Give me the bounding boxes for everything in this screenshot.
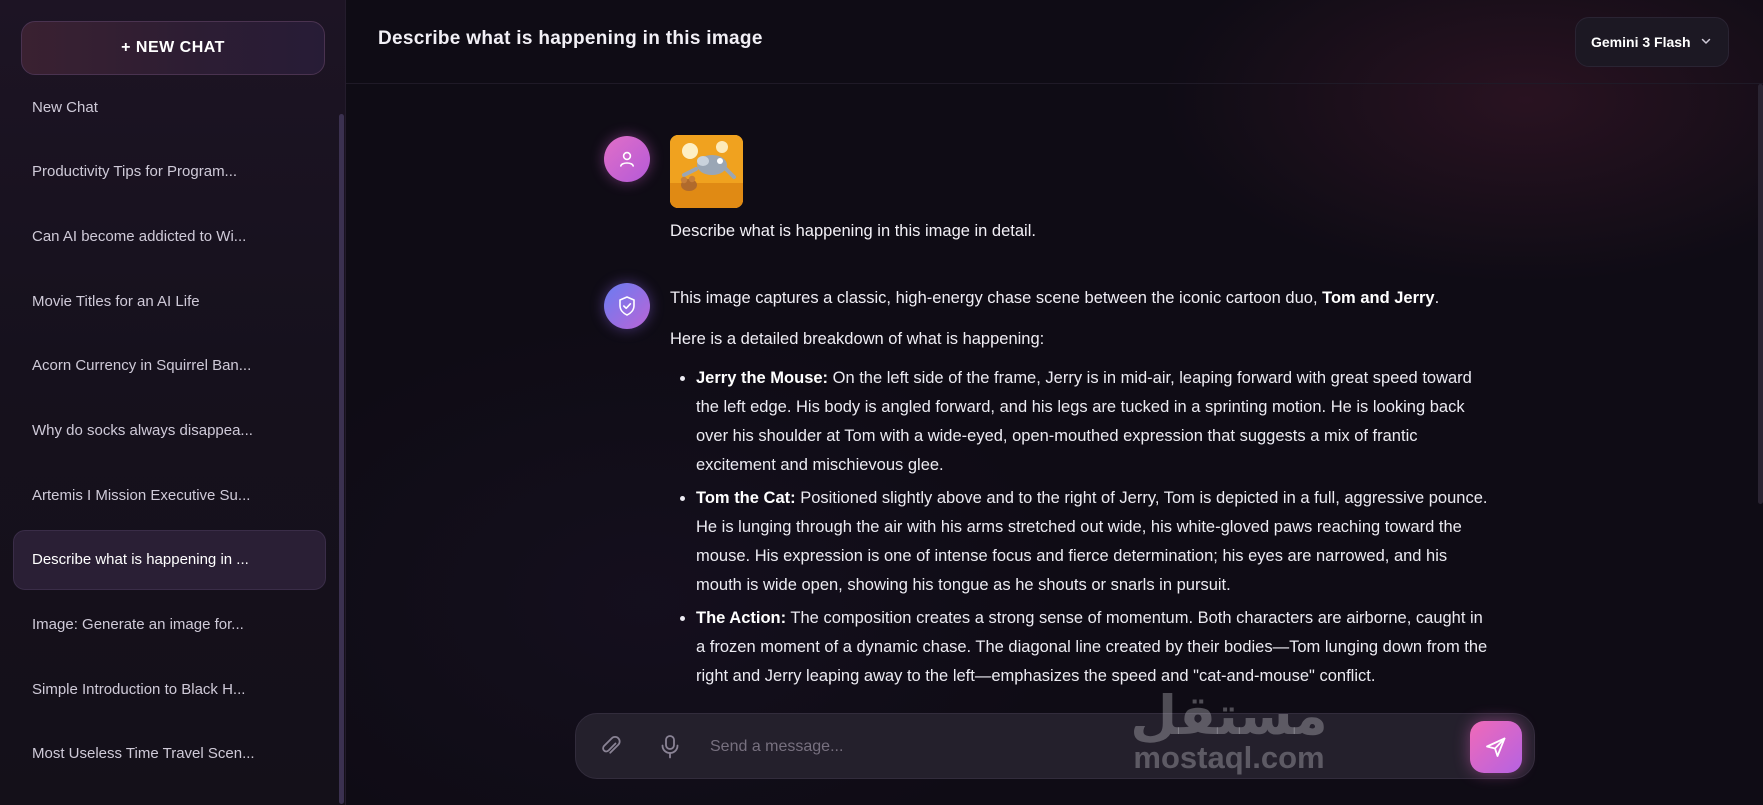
attached-image-thumbnail[interactable] <box>670 135 743 208</box>
chevron-down-icon <box>1701 38 1711 44</box>
history-item[interactable]: New Chat <box>13 77 326 137</box>
assistant-avatar <box>604 283 650 329</box>
user-message-text: Describe what is happening in this image… <box>670 222 1036 240</box>
history-item[interactable]: Productivity Tips for Program... <box>13 142 326 202</box>
history-item[interactable]: Movie Titles for an AI Life <box>13 271 326 331</box>
breakdown-list: Jerry the Mouse: On the left side of the… <box>670 364 1490 691</box>
chat-history-list: New Chat Productivity Tips for Program..… <box>13 77 326 789</box>
user-avatar <box>604 136 650 182</box>
list-item: The Action: The composition creates a st… <box>696 604 1490 691</box>
assistant-intro: This image captures a classic, high-ener… <box>670 289 1440 307</box>
history-item[interactable]: Acorn Currency in Squirrel Ban... <box>13 336 326 396</box>
sidebar-scrollbar[interactable] <box>339 114 344 804</box>
messages-scrollbar[interactable] <box>1758 84 1763 504</box>
paperclip-icon[interactable] <box>600 735 622 759</box>
chat-title: Describe what is happening in this image <box>378 28 763 49</box>
header-bar: Describe what is happening in this image… <box>346 0 1763 84</box>
shield-icon <box>619 296 635 316</box>
assistant-message: This image captures a classic, high-ener… <box>670 286 1490 714</box>
history-item[interactable]: Image: Generate an image for... <box>13 595 326 655</box>
history-item[interactable]: Simple Introduction to Black H... <box>13 659 326 719</box>
send-button[interactable] <box>1470 721 1522 773</box>
microphone-icon[interactable] <box>660 734 680 760</box>
history-item[interactable]: Artemis I Mission Executive Su... <box>13 465 326 525</box>
chat-main: Describe what is happening in this image… <box>346 0 1763 805</box>
send-icon <box>1486 737 1506 757</box>
model-name: Gemini 3 Flash <box>1591 34 1691 50</box>
sidebar: + NEW CHAT New Chat Productivity Tips fo… <box>0 0 346 805</box>
model-selector[interactable]: Gemini 3 Flash <box>1575 17 1729 67</box>
history-item[interactable]: Can AI become addicted to Wi... <box>13 206 326 266</box>
app-window: + NEW CHAT New Chat Productivity Tips fo… <box>0 0 1763 805</box>
history-item-active[interactable]: Describe what is happening in ... <box>13 529 326 590</box>
history-item[interactable]: Why do socks always disappea... <box>13 400 326 460</box>
assistant-lead: Here is a detailed breakdown of what is … <box>670 330 1045 348</box>
cartoon-image <box>670 135 743 208</box>
history-item[interactable]: Most Useless Time Travel Scen... <box>13 724 326 784</box>
list-item: Tom the Cat: Positioned slightly above a… <box>696 484 1490 600</box>
new-chat-button[interactable]: + NEW CHAT <box>21 21 325 75</box>
list-item: Jerry the Mouse: On the left side of the… <box>696 364 1490 480</box>
message-input[interactable] <box>710 730 1350 764</box>
message-composer <box>575 713 1535 779</box>
user-icon <box>620 151 634 167</box>
